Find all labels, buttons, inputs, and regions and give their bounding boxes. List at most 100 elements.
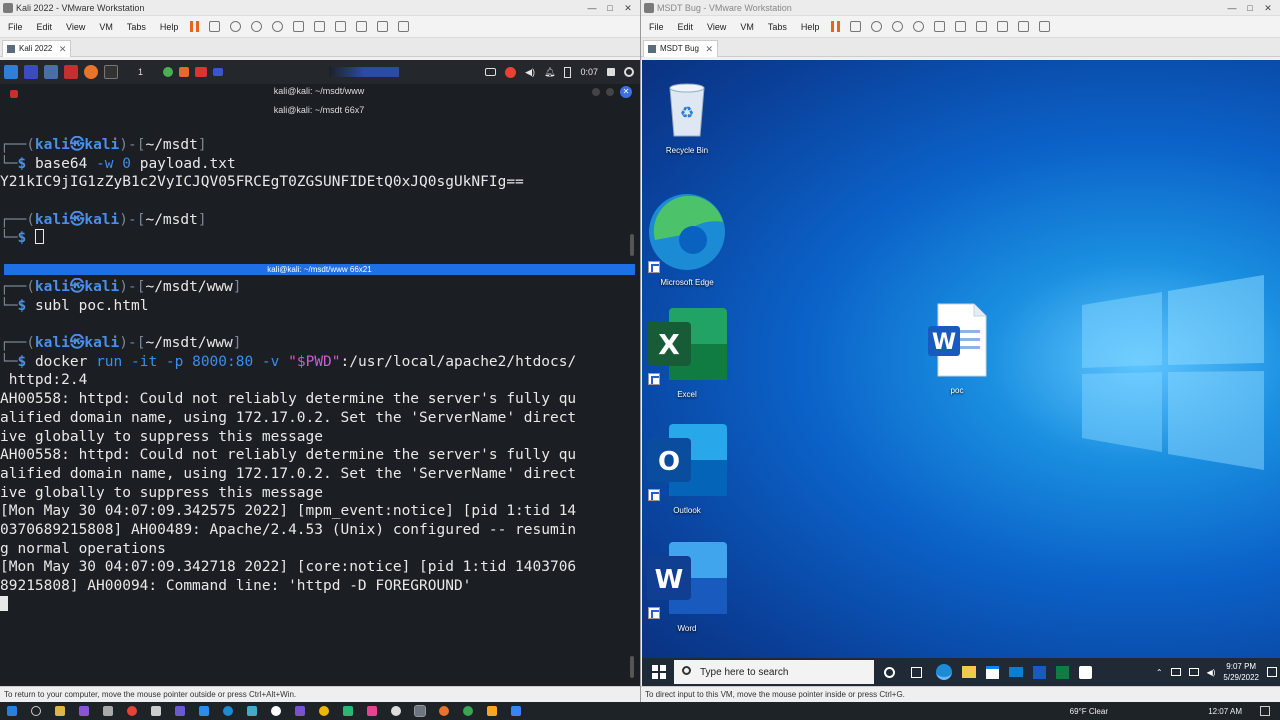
host-weather[interactable]: 69°F Clear (1070, 707, 1108, 716)
send-ctrl-alt-del-icon[interactable] (209, 21, 221, 32)
taskbar-edge-icon[interactable] (936, 664, 952, 680)
menu-edit[interactable]: Edit (35, 22, 55, 32)
speaker-icon[interactable]: ◀) (1207, 668, 1216, 677)
snapshot-icon[interactable] (230, 21, 242, 32)
taskbar-store-icon[interactable] (986, 665, 999, 679)
network-icon[interactable] (1170, 668, 1181, 676)
power-icon[interactable] (624, 67, 634, 77)
tab-close-icon[interactable]: ✕ (59, 41, 67, 57)
stretch-icon[interactable] (1039, 21, 1051, 32)
host-app4-icon[interactable] (247, 706, 257, 716)
pane1-input-line[interactable]: └─$ (0, 229, 638, 248)
terminal-minimize-icon[interactable] (592, 88, 600, 96)
taskbar-file-explorer-icon[interactable] (962, 666, 976, 678)
maximize-icon[interactable]: □ (602, 0, 618, 16)
desktop-icon-outlook[interactable]: O Outlook (644, 422, 730, 515)
tab-kali[interactable]: Kali 2022 ✕ (2, 40, 72, 57)
unity-icon[interactable] (356, 21, 368, 32)
windows-clock[interactable]: 9:07 PM 5/29/2022 (1223, 661, 1259, 683)
manage-snapshots-icon[interactable] (913, 21, 925, 32)
fullscreen-icon[interactable] (335, 21, 347, 32)
host-app8-icon[interactable] (367, 706, 377, 716)
terminal-icon[interactable] (64, 65, 78, 79)
minimize-icon[interactable]: — (584, 0, 600, 16)
host-vscode-icon[interactable] (199, 706, 209, 716)
snapshot-icon[interactable] (871, 21, 883, 32)
host-app6-icon[interactable] (295, 706, 305, 716)
chrome-tray-icon[interactable] (505, 66, 517, 78)
menu-help[interactable]: Help (799, 22, 822, 32)
terminal-window-icon[interactable] (104, 65, 118, 79)
library-icon[interactable] (293, 21, 305, 32)
desktop-icon-excel[interactable]: X Excel (644, 306, 730, 399)
pane2-titlebar[interactable]: kali@kali: ~/msdt/www 66x21 (4, 264, 635, 275)
desktop-icon-word[interactable]: W Word (644, 540, 730, 633)
display-icon[interactable] (1188, 668, 1199, 676)
app-blue-icon[interactable] (213, 68, 224, 76)
battery-icon[interactable] (564, 66, 572, 78)
host-app-icon[interactable] (103, 706, 113, 716)
host-app5-icon[interactable] (271, 706, 281, 716)
library-icon[interactable] (934, 21, 946, 32)
host-files-icon[interactable] (55, 706, 65, 716)
host-time[interactable]: 12:07 AM (1208, 707, 1242, 716)
menu-file[interactable]: File (6, 22, 25, 32)
windows-start-icon[interactable] (652, 665, 666, 679)
taskbar-word-icon[interactable] (1033, 665, 1046, 679)
host-github-icon[interactable] (391, 706, 401, 716)
task-view-icon[interactable] (911, 666, 922, 678)
desktop-icon-poc-doc[interactable]: W poc (915, 300, 999, 395)
pane1-scrollbar[interactable] (630, 234, 634, 256)
kali-menu-icon[interactable] (4, 65, 18, 79)
desktop-icon-recycle-bin[interactable]: ♻ Recycle Bin (644, 78, 730, 155)
host-app7-icon[interactable] (343, 706, 353, 716)
single-window-icon[interactable] (955, 21, 967, 32)
host-start-icon[interactable] (7, 706, 17, 716)
pane2-scrollbar[interactable] (630, 656, 634, 678)
pause-icon[interactable] (190, 21, 200, 32)
host-chrome-icon[interactable] (127, 706, 137, 716)
console-icon[interactable] (1018, 21, 1030, 32)
menu-view[interactable]: View (705, 22, 728, 32)
single-window-icon[interactable] (314, 21, 326, 32)
notifications-icon[interactable] (1267, 667, 1277, 677)
terminal-pane-2[interactable]: ┌──(kali㉿kali)-[~/msdt/www] └─$ subl poc… (0, 278, 638, 678)
firefox-icon[interactable] (84, 65, 98, 79)
lock-icon[interactable] (607, 68, 615, 76)
host-chrome3-icon[interactable] (463, 706, 473, 716)
minimize-icon[interactable]: — (1224, 0, 1240, 16)
menu-tabs[interactable]: Tabs (125, 22, 148, 32)
burp-icon[interactable] (179, 67, 190, 77)
host-vs-icon[interactable] (79, 706, 89, 716)
host-app9-icon[interactable] (487, 706, 497, 716)
terminal-maximize-icon[interactable] (606, 88, 614, 96)
menu-tabs[interactable]: Tabs (766, 22, 789, 32)
tab-msdt-bug[interactable]: MSDT Bug ✕ (643, 40, 718, 57)
revert-icon[interactable] (892, 21, 904, 32)
pause-icon[interactable] (831, 21, 841, 32)
revert-icon[interactable] (251, 21, 263, 32)
host-firefox-icon[interactable] (439, 706, 449, 716)
host-app3-icon[interactable] (175, 706, 185, 716)
workspace-number[interactable]: 1 (138, 67, 143, 77)
close-icon[interactable]: ✕ (620, 0, 636, 16)
taskbar-app-icon[interactable] (1079, 665, 1092, 679)
fullscreen-icon[interactable] (976, 21, 988, 32)
host-notification-icon[interactable] (1260, 706, 1270, 716)
console-icon[interactable] (377, 21, 389, 32)
manage-snapshots-icon[interactable] (272, 21, 284, 32)
menu-vm[interactable]: VM (97, 22, 115, 32)
desktop-icon-edge[interactable]: Microsoft Edge (644, 192, 730, 287)
host-vmware-icon[interactable] (414, 705, 426, 717)
host-search-icon[interactable] (31, 706, 41, 716)
host-edge-icon[interactable] (223, 706, 233, 716)
send-ctrl-alt-del-icon[interactable] (850, 21, 862, 32)
terminal-pane-1[interactable]: ┌──(kali㉿kali)-[~/msdt] └─$ base64 -w 0 … (0, 136, 638, 254)
maximize-icon[interactable]: □ (1242, 0, 1258, 16)
menu-vm[interactable]: VM (738, 22, 756, 32)
menu-edit[interactable]: Edit (676, 22, 696, 32)
display-icon[interactable] (485, 68, 497, 76)
taskbar-mail-icon[interactable] (1009, 667, 1023, 677)
unity-icon[interactable] (997, 21, 1009, 32)
host-app10-icon[interactable] (511, 706, 521, 716)
